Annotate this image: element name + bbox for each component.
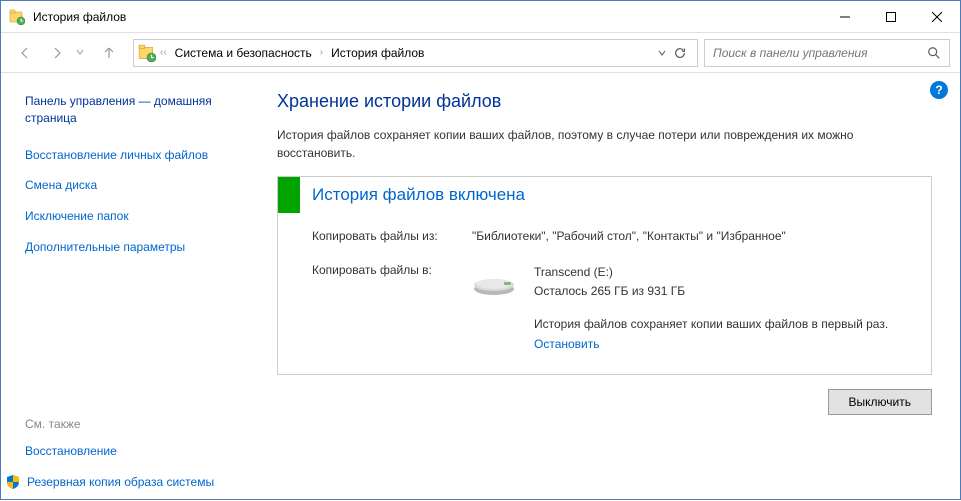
status-title: История файлов включена (300, 177, 931, 213)
chevron-left-icon: ‹‹ (160, 47, 167, 58)
chevron-right-icon: › (320, 47, 323, 58)
help-icon[interactable]: ? (930, 81, 948, 99)
sidebar: Панель управления — домашняя страница Во… (1, 73, 259, 501)
close-button[interactable] (914, 1, 960, 33)
sidebar-link-exclude[interactable]: Исключение папок (25, 208, 249, 225)
destination-free-space: Осталось 265 ГБ из 931 ГБ (534, 282, 915, 301)
sidebar-link-restore[interactable]: Восстановление личных файлов (25, 147, 249, 164)
page-description: История файлов сохраняет копии ваших фай… (277, 126, 932, 162)
copy-to-label: Копировать файлы в: (312, 263, 472, 354)
breadcrumb-item[interactable]: История файлов (327, 44, 428, 62)
back-button[interactable] (11, 39, 39, 67)
up-button[interactable] (95, 39, 123, 67)
history-dropdown-icon[interactable] (75, 46, 89, 60)
sidebar-link-recovery[interactable]: Восстановление (25, 443, 249, 460)
shield-icon (5, 474, 21, 490)
drive-icon (472, 267, 516, 297)
see-also-label: См. также (25, 417, 249, 431)
breadcrumb[interactable]: ‹‹ Система и безопасность › История файл… (133, 39, 698, 67)
file-history-icon (138, 44, 156, 62)
titlebar: История файлов (1, 1, 960, 33)
forward-button[interactable] (43, 39, 71, 67)
control-panel-home-link[interactable]: Панель управления — домашняя страница (25, 93, 249, 127)
minimize-button[interactable] (822, 1, 868, 33)
destination-name: Transcend (E:) (534, 263, 915, 282)
status-panel: История файлов включена Копировать файлы… (277, 176, 932, 375)
search-input[interactable] (713, 46, 927, 60)
page-heading: Хранение истории файлов (277, 91, 932, 112)
main-content: Хранение истории файлов История файлов с… (259, 73, 960, 501)
search-icon[interactable] (927, 46, 941, 60)
sidebar-link-advanced[interactable]: Дополнительные параметры (25, 239, 249, 256)
backup-status-text: История файлов сохраняет копии ваших фай… (534, 315, 915, 334)
stop-link[interactable]: Остановить (534, 337, 600, 351)
sidebar-item-label: Резервная копия образа системы (27, 474, 214, 491)
sidebar-link-change-drive[interactable]: Смена диска (25, 177, 249, 194)
breadcrumb-item[interactable]: Система и безопасность (171, 44, 316, 62)
search-box[interactable] (704, 39, 950, 67)
refresh-icon[interactable] (673, 46, 687, 60)
status-indicator (278, 177, 300, 213)
chevron-down-icon[interactable] (657, 48, 667, 58)
copy-from-value: "Библиотеки", "Рабочий стол", "Контакты"… (472, 229, 915, 243)
window-title: История файлов (33, 10, 822, 24)
navbar: ‹‹ Система и безопасность › История файл… (1, 33, 960, 73)
sidebar-link-system-image[interactable]: Резервная копия образа системы (25, 474, 249, 491)
copy-from-label: Копировать файлы из: (312, 229, 472, 243)
file-history-icon (9, 9, 25, 25)
disable-button[interactable]: Выключить (828, 389, 932, 415)
maximize-button[interactable] (868, 1, 914, 33)
